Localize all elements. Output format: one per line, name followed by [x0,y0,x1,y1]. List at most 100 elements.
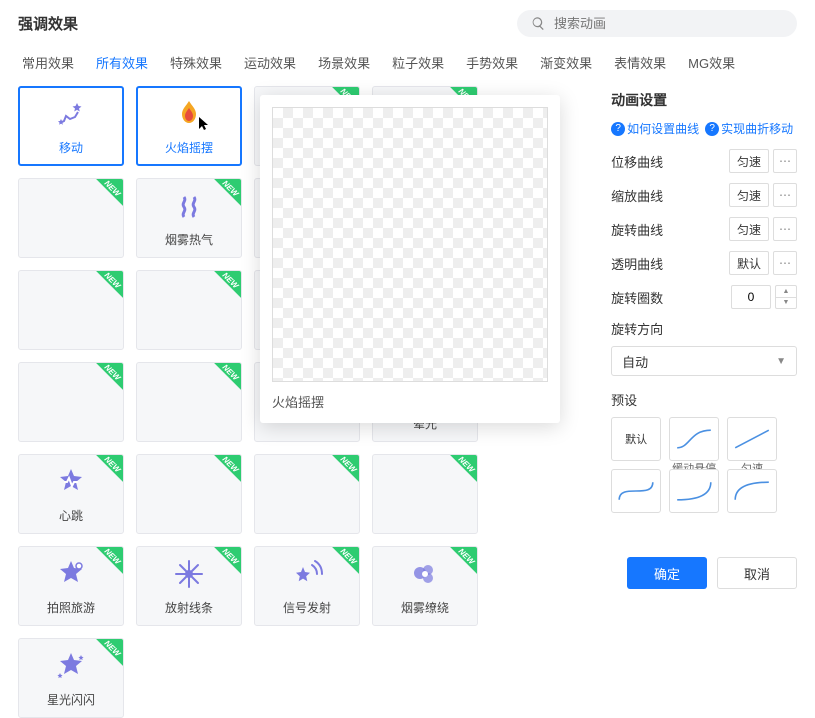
curve-select[interactable]: 匀速 [729,149,769,173]
tab-4[interactable]: 场景效果 [318,53,370,76]
blank-icon [54,293,88,327]
chevron-up-icon[interactable]: ▲ [776,286,796,298]
new-badge: NEW [321,455,359,493]
new-badge: NEW [85,547,123,585]
effect-label: 信号发射 [283,599,331,616]
blank-icon [172,477,206,511]
curve-select[interactable]: 匀速 [729,217,769,241]
page-title: 强调效果 [18,13,78,34]
preview-label: 火焰摇摆 [272,392,548,411]
row-label: 位移曲线 [611,152,663,171]
tab-0[interactable]: 常用效果 [22,53,74,76]
help-link-curve[interactable]: ?如何设置曲线 [611,120,699,137]
new-badge: NEW [203,271,241,309]
preset-item[interactable] [669,469,719,513]
swirl-icon [408,557,442,591]
blank-icon [408,477,442,511]
effect-label: 放射线条 [165,599,213,616]
chevron-down-icon: ▼ [776,356,786,367]
new-badge: NEW [85,639,123,677]
more-button[interactable]: ⋯ [773,251,797,275]
new-badge: NEW [85,179,123,217]
preset-item[interactable]: 缓动悬停 [669,417,719,461]
setting-row: 缩放曲线 匀速⋯ [611,183,797,207]
effect-card[interactable]: NEW [136,270,242,350]
setting-row: 透明曲线默认⋯ [611,251,797,275]
new-badge: NEW [85,455,123,493]
more-button[interactable]: ⋯ [773,183,797,207]
rotation-dir-label: 旋转方向 [611,319,797,338]
curve-select[interactable]: 默认 [729,251,769,275]
effect-card[interactable]: NEW烟雾热气 [136,178,242,258]
effect-label: 烟雾缭绕 [401,599,449,616]
effect-card[interactable]: NEW星光闪闪 [18,638,124,718]
question-icon: ? [705,122,719,136]
tab-6[interactable]: 手势效果 [466,53,518,76]
tab-8[interactable]: 表情效果 [614,53,666,76]
rotation-count-input[interactable] [731,285,771,309]
new-badge: NEW [439,547,477,585]
effect-card[interactable]: NEW [254,454,360,534]
blank-icon [54,201,88,235]
effect-card[interactable]: 火焰摇摆 [136,86,242,166]
presets-row: 默认缓动悬停匀速 [611,417,797,513]
effect-card[interactable]: NEW [136,362,242,442]
tab-3[interactable]: 运动效果 [244,53,296,76]
heart-icon [54,465,88,499]
chevron-down-icon[interactable]: ▼ [776,298,796,309]
rays-icon [172,557,206,591]
more-button[interactable]: ⋯ [773,217,797,241]
blank-icon [54,385,88,419]
rotation-count-label: 旋转圈数 [611,288,663,307]
smoke-icon [172,189,206,223]
cursor-icon [196,116,212,132]
help-link-zigzag[interactable]: ?实现曲折移动 [705,120,793,137]
search-box[interactable] [517,10,797,37]
more-button[interactable]: ⋯ [773,149,797,173]
effect-card[interactable]: NEW [372,454,478,534]
curve-select[interactable]: 匀速 [729,183,769,207]
effect-card[interactable]: 移动 [18,86,124,166]
tab-5[interactable]: 粒子效果 [392,53,444,76]
tab-2[interactable]: 特殊效果 [170,53,222,76]
cam-icon [54,557,88,591]
new-badge: NEW [85,271,123,309]
effect-card[interactable]: NEW信号发射 [254,546,360,626]
row-label: 缩放曲线 [611,186,663,205]
effect-card[interactable]: NEW [18,178,124,258]
ok-button[interactable]: 确定 [627,557,707,589]
tabs: 常用效果所有效果特殊效果运动效果场景效果粒子效果手势效果渐变效果表情效果 MG效果 [0,47,815,86]
effect-label: 烟雾热气 [165,231,213,248]
preview-popover: 火焰摇摆 [260,95,560,423]
effect-card[interactable]: NEW 烟雾缭绕 [372,546,478,626]
row-label: 旋转曲线 [611,220,663,239]
effect-card[interactable]: NEW [18,362,124,442]
setting-row: 旋转曲线 匀速⋯ [611,217,797,241]
effect-card[interactable]: NEW [18,270,124,350]
effect-label: 拍照旅游 [47,599,95,616]
preset-item[interactable] [727,469,777,513]
settings-panel: 动画设置 ?如何设置曲线 ?实现曲折移动 位移曲线匀速⋯缩放曲线匀速⋯旋转曲线匀… [611,86,797,718]
blank-icon [172,385,206,419]
effect-label: 心跳 [59,507,83,524]
effect-card[interactable]: NEW [136,454,242,534]
rotation-dir-select[interactable]: 自动 ▼ [611,346,797,376]
preset-item[interactable] [611,469,661,513]
preset-item[interactable]: 匀速 [727,417,777,461]
setting-row: 位移曲线 匀速⋯ [611,149,797,173]
rotation-stepper[interactable]: ▲▼ [775,285,797,309]
effect-card[interactable]: NEW放射线条 [136,546,242,626]
blank-icon [172,293,206,327]
question-icon: ? [611,122,625,136]
new-badge: NEW [439,455,477,493]
tab-9[interactable]: MG效果 [688,53,735,76]
cancel-button[interactable]: 取消 [717,557,797,589]
preset-item[interactable]: 默认 [611,417,661,461]
tab-1[interactable]: 所有效果 [96,53,148,76]
tab-7[interactable]: 渐变效果 [540,53,592,76]
new-badge: NEW [203,363,241,401]
search-input[interactable] [554,16,783,31]
effect-card[interactable]: NEW 拍照旅游 [18,546,124,626]
effect-card[interactable]: NEW心跳 [18,454,124,534]
new-badge: NEW [85,363,123,401]
